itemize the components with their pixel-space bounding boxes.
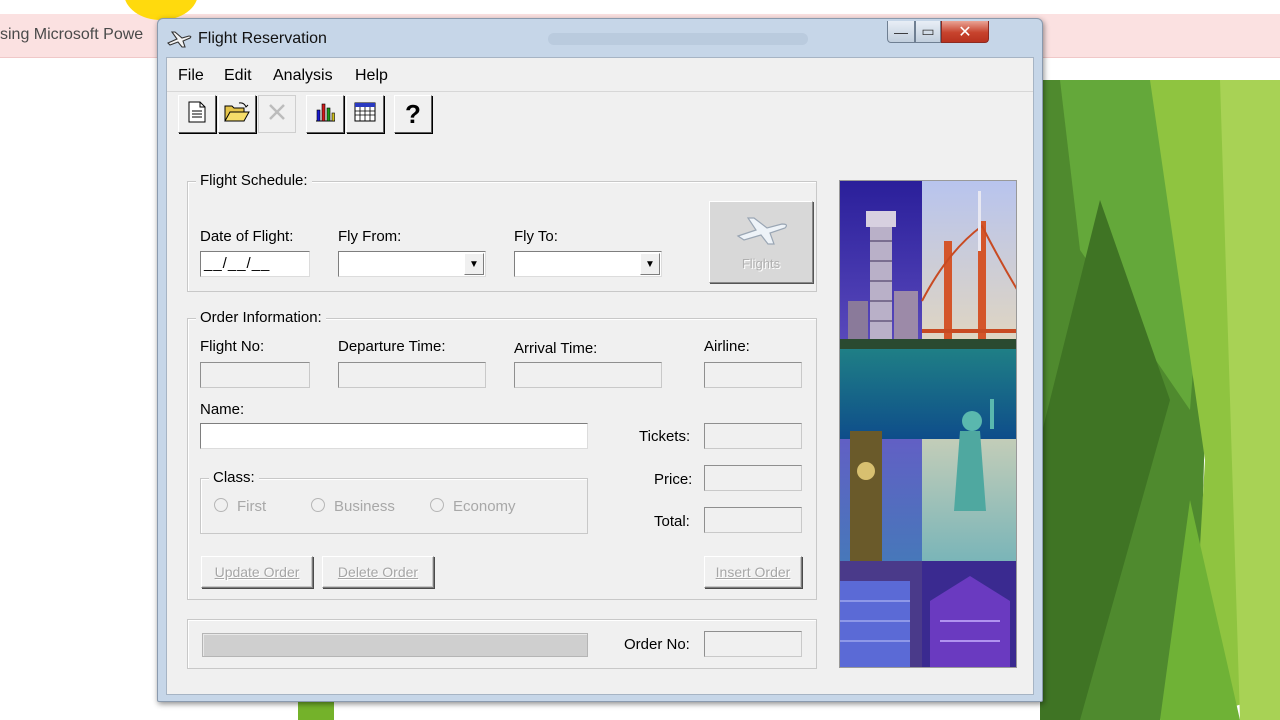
graphs-button[interactable] — [306, 95, 344, 133]
window-client-area: File Edit Analysis Help ? Flight Schedul… — [166, 57, 1034, 695]
minimize-icon: — — [894, 23, 908, 40]
total-label: Total: — [654, 513, 690, 530]
close-button[interactable]: ✕ — [941, 21, 989, 43]
bar-chart-icon — [314, 101, 336, 127]
class-business-label: Business — [334, 498, 395, 515]
airplane-app-icon — [166, 29, 192, 53]
airplane-icon — [734, 210, 790, 254]
airline-label: Airline: — [704, 338, 750, 355]
class-economy-label: Economy — [453, 498, 516, 515]
name-input[interactable] — [200, 423, 588, 449]
departure-time-field — [338, 362, 486, 388]
help-button[interactable]: ? — [394, 95, 432, 133]
date-of-flight-value: __/__/__ — [204, 255, 271, 272]
background-window-title: sing Microsoft Powe — [0, 26, 144, 43]
new-order-button[interactable] — [178, 95, 216, 133]
arrival-time-label: Arrival Time: — [514, 340, 598, 357]
reports-button[interactable] — [346, 95, 384, 133]
window-title: Flight Reservation — [198, 30, 327, 47]
new-document-icon — [188, 101, 206, 127]
menu-help[interactable]: Help — [355, 67, 388, 85]
fly-from-select[interactable]: ▼ — [338, 251, 486, 277]
departure-time-label: Departure Time: — [338, 338, 446, 355]
maximize-button[interactable]: ▭ — [915, 21, 941, 43]
menu-file[interactable]: File — [178, 67, 204, 85]
total-field — [704, 507, 802, 533]
open-order-button[interactable] — [218, 95, 256, 133]
class-title: Class: — [209, 469, 259, 486]
minimize-button[interactable]: — — [887, 21, 915, 43]
class-business-radio[interactable] — [311, 498, 325, 512]
fly-to-label: Fly To: — [514, 228, 558, 245]
arrival-time-field — [514, 362, 662, 388]
fly-from-dropdown-button[interactable]: ▼ — [464, 253, 484, 275]
city-collage-image — [839, 180, 1017, 668]
tickets-field[interactable] — [704, 423, 802, 449]
date-of-flight-input[interactable]: __/__/__ — [200, 251, 310, 277]
calendar-icon — [354, 101, 376, 127]
close-icon: ✕ — [958, 23, 972, 41]
order-no-label: Order No: — [624, 636, 690, 653]
class-first-label: First — [237, 498, 267, 515]
flights-button-label: Flights — [741, 256, 781, 271]
open-folder-icon — [224, 102, 250, 126]
fly-from-label: Fly From: — [338, 228, 402, 245]
fly-to-dropdown-button[interactable]: ▼ — [640, 253, 660, 275]
class-first-radio[interactable] — [214, 498, 228, 512]
titlebar-decoration — [548, 33, 808, 45]
order-information-title: Order Information: — [196, 309, 326, 326]
delete-order-button[interactable]: Delete Order — [322, 556, 434, 588]
chevron-down-icon: ▼ — [469, 258, 479, 270]
price-label: Price: — [654, 471, 693, 488]
airline-field — [704, 362, 802, 388]
flight-reservation-window: Flight Reservation — ▭ ✕ File Edit Analy… — [157, 18, 1043, 702]
menu-bar: File Edit Analysis Help — [167, 58, 1033, 92]
tickets-label: Tickets: — [639, 428, 691, 445]
class-economy-radio[interactable] — [430, 498, 444, 512]
insert-order-button[interactable]: Insert Order — [704, 556, 802, 588]
maximize-icon: ▭ — [921, 23, 935, 39]
background-slide-decoration — [1040, 80, 1280, 720]
menu-edit[interactable]: Edit — [224, 67, 252, 85]
fly-to-select[interactable]: ▼ — [514, 251, 662, 277]
help-icon: ? — [405, 98, 421, 129]
flight-no-field — [200, 362, 310, 388]
flight-schedule-title: Flight Schedule: — [196, 172, 312, 189]
progress-bar — [202, 633, 588, 657]
order-no-field[interactable] — [704, 631, 802, 657]
price-field — [704, 465, 802, 491]
flight-no-label: Flight No: — [200, 338, 265, 355]
delete-icon — [267, 102, 287, 126]
update-order-button[interactable]: Update Order — [201, 556, 313, 588]
date-of-flight-label: Date of Flight: — [200, 228, 294, 245]
menu-analysis[interactable]: Analysis — [273, 67, 333, 85]
toolbar: ? — [167, 93, 1033, 137]
chevron-down-icon: ▼ — [645, 258, 655, 270]
delete-order-toolbar-button[interactable] — [258, 95, 296, 133]
name-label: Name: — [200, 401, 245, 418]
flights-button[interactable]: Flights — [709, 201, 813, 283]
window-titlebar[interactable]: Flight Reservation — ▭ ✕ — [158, 19, 1042, 57]
